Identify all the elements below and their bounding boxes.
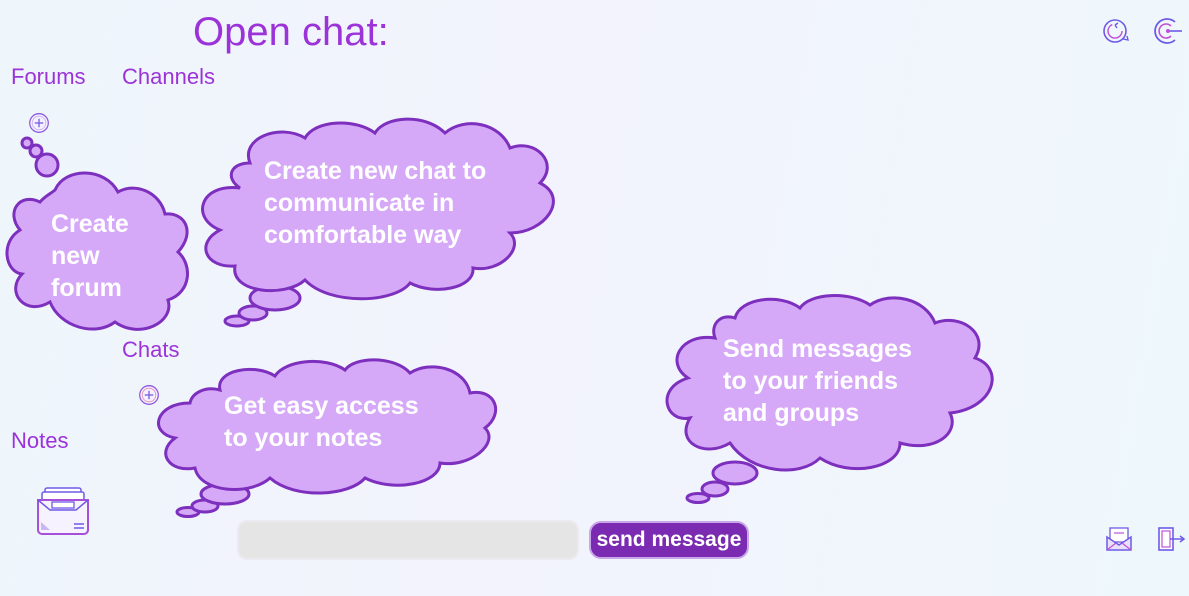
- nav-forums[interactable]: Forums: [11, 64, 86, 90]
- tooltip-line: Get easy access: [224, 392, 419, 420]
- tooltip-send-messages: Send messages to your friends and groups: [660, 293, 1005, 508]
- message-input[interactable]: [237, 520, 579, 560]
- add-forum-button[interactable]: [28, 112, 50, 134]
- exit-door-icon[interactable]: [1156, 525, 1186, 553]
- tooltip-notes-access: Get easy access to your notes: [150, 358, 505, 523]
- send-message-button[interactable]: send message: [589, 521, 749, 559]
- tooltip-line: Send messages: [723, 335, 912, 363]
- page-title: Open chat:: [193, 10, 389, 54]
- open-mail-icon[interactable]: [1105, 525, 1133, 553]
- tooltip-line: Create: [51, 210, 129, 238]
- tooltip-create-chat: Create new chat to communicate in comfor…: [195, 117, 575, 333]
- tooltip-line: forum: [51, 274, 122, 302]
- tooltip-create-forum: Create new forum: [0, 132, 200, 342]
- tooltip-line: to your notes: [224, 424, 383, 452]
- tooltip-line: and groups: [723, 399, 860, 427]
- nav-notes[interactable]: Notes: [11, 428, 68, 454]
- tooltip-line: comfortable way: [264, 221, 462, 249]
- refresh-icon[interactable]: [1101, 17, 1131, 45]
- nav-channels[interactable]: Channels: [122, 64, 215, 90]
- tooltip-line: communicate in: [264, 189, 455, 217]
- tooltip-line: Create new chat to: [264, 157, 487, 185]
- tooltip-line: to your friends: [723, 367, 899, 395]
- inbox-tray-icon[interactable]: [36, 486, 90, 536]
- tooltip-line: new: [51, 242, 100, 270]
- power-icon[interactable]: [1153, 16, 1185, 46]
